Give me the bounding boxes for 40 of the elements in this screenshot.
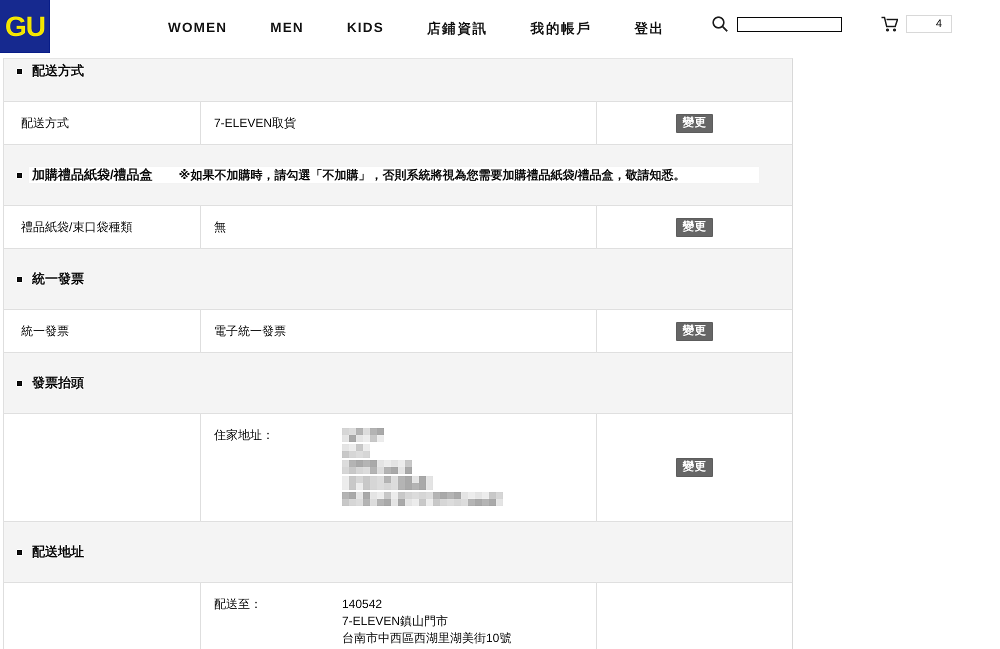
bullet-icon [17, 276, 22, 282]
row-label: 禮品紙袋/束口袋種類 [21, 219, 132, 235]
field-label: 配送至： [214, 596, 263, 612]
row-label: 統一發票 [21, 323, 69, 339]
pixelated-text-drawing [342, 460, 412, 474]
search-icon[interactable] [712, 16, 728, 32]
change-button[interactable]: 變更 [676, 114, 713, 132]
value-text: 7-ELEVEN鎮山門市 [342, 613, 448, 630]
change-button[interactable]: 變更 [676, 458, 713, 477]
value-text: 無 [214, 219, 226, 235]
value-text: 140542 [342, 596, 382, 613]
value-text: 電子統一發票 [214, 323, 286, 339]
section-title: 配送地址 [31, 544, 84, 560]
value-text: 7-ELEVEN取貨 [214, 115, 296, 131]
pixelated-text-drawing [342, 428, 384, 442]
nav-link[interactable]: 店鋪資訊 [426, 20, 488, 38]
section-title: 配送方式 [31, 63, 84, 79]
nav-link[interactable]: KIDS [346, 20, 384, 38]
bullet-icon [17, 550, 22, 554]
change-button[interactable]: 變更 [676, 322, 713, 340]
section-title: 發票抬頭 [30, 375, 84, 391]
pixelated-text-drawing [342, 444, 370, 458]
section-title: 加購禮品紙袋/禮品盒 [30, 167, 153, 183]
bullet-icon [17, 172, 22, 178]
section-title: 統一發票 [31, 271, 84, 287]
logo[interactable]: GU [0, 0, 50, 53]
nav-link[interactable]: 登出 [634, 20, 665, 38]
cart-icon[interactable] [880, 16, 898, 32]
field-label: 住家地址： [214, 427, 275, 443]
cart-count: 4 [906, 15, 952, 33]
nav-link[interactable]: WOMEN [168, 20, 228, 38]
nav-link[interactable]: 我的帳戶 [530, 20, 592, 38]
change-button[interactable]: 變更 [676, 218, 713, 236]
bullet-icon [17, 380, 22, 386]
nav-link[interactable]: MEN [270, 20, 304, 38]
section-note: ※如果不加購時，請勾選「不加購」，否則系統將視為您需要加購禮品紙袋/禮品盒，敬請知悉。 [178, 167, 686, 183]
bullet-icon [17, 68, 22, 74]
search-field[interactable] [736, 16, 842, 32]
value-text: 台南市中西區西湖里湖美街10號 [342, 630, 512, 647]
row-label: 配送方式 [21, 115, 69, 131]
